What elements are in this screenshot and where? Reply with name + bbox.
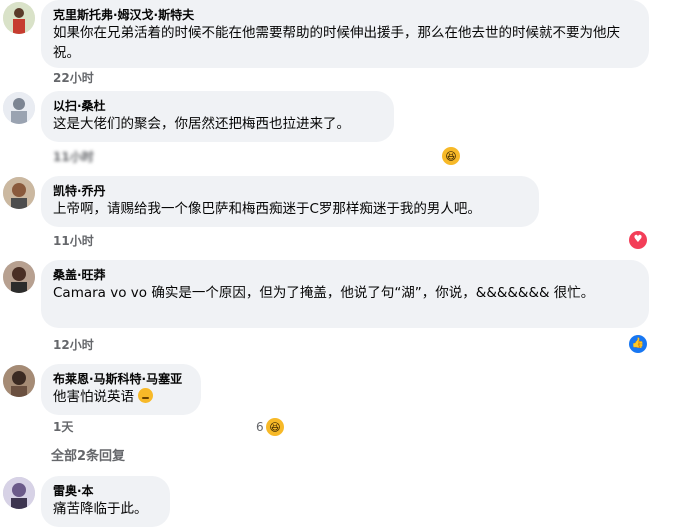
comment-author[interactable]: 桑盖·旺莽 (53, 267, 637, 283)
comment-text: 上帝啊，请赐给我一个像巴萨和梅西痴迷于C罗那样痴迷于我的男人吧。 (53, 201, 481, 217)
avatar[interactable] (3, 92, 35, 124)
comment-text: 他害怕说英语 (53, 387, 189, 407)
avatar[interactable] (3, 177, 35, 209)
comment-text: 如果你在兄弟活着的时候不能在他需要帮助的时候伸出援手，那么在他去世的时候就不要为… (53, 25, 620, 61)
comment-bubble: 凯特·乔丹 上帝啊，请赐给我一个像巴萨和梅西痴迷于C罗那样痴迷于我的男人吧。 (41, 176, 539, 227)
comment-bubble: 布莱恩·马斯科特·马塞亚 他害怕说英语 (41, 364, 201, 415)
comment-time[interactable]: 22小时 (53, 70, 94, 86)
emoji-icon (138, 388, 154, 403)
comment-text-content: 他害怕说英语 (53, 389, 134, 405)
comment-author[interactable]: 凯特·乔丹 (53, 183, 527, 199)
comment-time[interactable]: 12小时 (53, 337, 94, 353)
haha-reaction-icon[interactable]: 😆 (442, 147, 460, 165)
view-more-replies-link[interactable]: 全部2条回复 (51, 445, 125, 464)
comment-bubble: 以扫·桑杜 这是大佬们的聚会，你居然还把梅西也拉进来了。 (41, 91, 394, 142)
comment-bubble: 雷奥·本 痛苦降临于此。 (41, 476, 170, 527)
comment-author[interactable]: 雷奥·本 (53, 483, 158, 499)
comment-author[interactable]: 以扫·桑杜 (53, 98, 382, 114)
reaction-count[interactable]: 6 (256, 419, 264, 435)
comment-time[interactable]: 11小时 (53, 149, 94, 165)
comment-bubble: 桑盖·旺莽 Camara vo vo 确实是一个原因，但为了掩盖，他说了句“湖”… (41, 260, 649, 328)
comment-time[interactable]: 1天 (53, 419, 73, 435)
comment-text: 痛苦降临于此。 (53, 501, 148, 517)
like-reaction-icon[interactable]: 👍 (629, 335, 647, 353)
avatar[interactable] (3, 477, 35, 509)
comment-author[interactable]: 布莱恩·马斯科特·马塞亚 (53, 371, 189, 387)
comment-text: Camara vo vo 确实是一个原因，但为了掩盖，他说了句“湖”，你说，&&… (53, 285, 595, 301)
heart-reaction-icon[interactable]: ♥ (629, 231, 647, 249)
haha-reaction-icon[interactable]: 😆 (266, 418, 284, 436)
comment-author[interactable]: 克里斯托弗·姆汉戈·斯特夫 (53, 7, 637, 23)
comment-text: 这是大佬们的聚会，你居然还把梅西也拉进来了。 (53, 116, 350, 132)
comment-time[interactable]: 11小时 (53, 233, 94, 249)
comment-bubble: 克里斯托弗·姆汉戈·斯特夫 如果你在兄弟活着的时候不能在他需要帮助的时候伸出援手… (41, 0, 649, 68)
avatar[interactable] (3, 365, 35, 397)
avatar[interactable] (3, 261, 35, 293)
avatar[interactable] (3, 2, 35, 34)
